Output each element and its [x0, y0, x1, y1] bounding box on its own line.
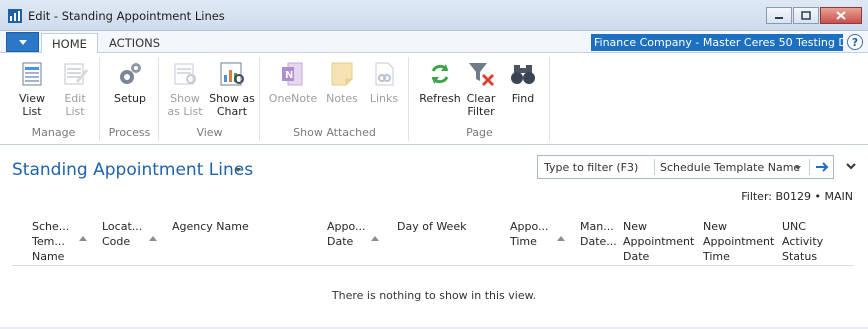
group-process: Setup Process: [101, 57, 159, 141]
show-as-chart-icon: [220, 62, 244, 86]
refresh-icon: [431, 64, 449, 84]
find-button[interactable]: Find: [504, 59, 542, 105]
column-header-manual-date[interactable]: Man... Date...: [580, 219, 620, 249]
group-manage: View List Edit List Manage: [8, 57, 100, 141]
filter-separator: [654, 159, 655, 175]
ribbon-tab-row: HOME ACTIONS Finance Company - Master Ce…: [0, 31, 868, 54]
group-show-attached: N OneNote Notes Links Show Attached: [261, 57, 409, 141]
show-as-list-label: Show as List: [167, 92, 203, 118]
sort-arrow-icon: [557, 236, 565, 241]
clear-filter-label: Clear Filter: [466, 92, 496, 118]
clear-filter-button[interactable]: Clear Filter: [462, 59, 500, 118]
minimize-icon: [775, 16, 783, 19]
svg-text:N: N: [285, 70, 293, 81]
setup-button[interactable]: Setup: [107, 59, 153, 105]
help-button[interactable]: ?: [847, 34, 863, 50]
chevron-down-icon[interactable]: [795, 166, 801, 170]
group-label-manage: Manage: [31, 126, 76, 139]
group-label-view: View: [196, 126, 223, 139]
show-as-chart-label: Show as Chart: [209, 92, 255, 118]
onenote-label: OneNote: [268, 92, 318, 105]
group-view: Show as List Show as Chart View: [160, 57, 260, 141]
column-header-day-of-week[interactable]: Day of Week: [397, 219, 497, 234]
filter-summary: Filter: B0129 • MAIN: [741, 190, 853, 203]
onenote-icon: N: [282, 62, 303, 86]
tab-home[interactable]: HOME: [41, 33, 98, 54]
filter-field-select[interactable]: Schedule Template Name: [660, 161, 800, 174]
filter-separator: [809, 159, 810, 175]
maximize-button[interactable]: [793, 7, 819, 24]
column-header-location-code[interactable]: Locat... Code: [102, 219, 146, 249]
refresh-button[interactable]: Refresh: [418, 59, 462, 105]
company-indicator[interactable]: Finance Company - Master Ceres 50 Testin…: [591, 34, 843, 51]
gear-icon: [120, 63, 141, 84]
column-header-new-appointment-date[interactable]: New Appointment Date: [623, 219, 699, 264]
sort-arrow-icon: [149, 236, 157, 241]
minimize-button[interactable]: [766, 7, 792, 24]
view-list-label: View List: [18, 92, 46, 118]
chevron-down-icon[interactable]: [235, 168, 241, 172]
page-title[interactable]: Standing Appointment Lines: [12, 160, 253, 180]
application-menu-button[interactable]: [6, 32, 39, 52]
view-list-icon: [22, 62, 42, 86]
window-title: Edit - Standing Appointment Lines: [28, 9, 225, 23]
title-bar: Edit - Standing Appointment Lines: [0, 0, 868, 31]
show-as-list-icon: [174, 63, 196, 85]
tab-actions[interactable]: ACTIONS: [99, 33, 170, 54]
column-header-unc-activity-status[interactable]: UNC Activity Status: [782, 219, 852, 264]
notes-icon: [331, 62, 353, 86]
group-label-process: Process: [108, 126, 151, 139]
sort-arrow-icon: [79, 236, 87, 241]
edit-list-label: Edit List: [64, 92, 86, 118]
column-header-new-appointment-time[interactable]: New Appointment Time: [703, 219, 779, 264]
close-button[interactable]: [820, 7, 862, 24]
filter-input[interactable]: Type to filter (F3): [544, 161, 638, 174]
column-header-appointment-date[interactable]: Appo... Date: [327, 219, 367, 249]
filter-bar: Type to filter (F3) Schedule Template Na…: [537, 155, 834, 179]
sort-arrow-icon: [371, 236, 379, 241]
close-icon: [836, 11, 846, 20]
find-label: Find: [511, 92, 535, 105]
edit-list-icon: [64, 63, 88, 85]
ribbon: View List Edit List Manage Setup Process…: [0, 53, 868, 145]
chevron-down-icon: [18, 39, 27, 45]
clear-filter-icon: [469, 63, 495, 87]
edit-list-button[interactable]: Edit List: [54, 59, 96, 118]
notes-label: Notes: [326, 92, 358, 105]
binoculars-icon: [511, 65, 535, 84]
collapse-chevron-icon[interactable]: [846, 162, 856, 170]
arrow-right-icon[interactable]: [814, 159, 830, 175]
group-label-show-attached: Show Attached: [293, 126, 376, 139]
column-header-appointment-time[interactable]: Appo... Time: [510, 219, 550, 249]
onenote-button[interactable]: N OneNote: [267, 59, 319, 105]
empty-message: There is nothing to show in this view.: [331, 289, 537, 302]
links-icon: [375, 62, 394, 86]
maximize-icon: [801, 11, 811, 20]
header-divider: [12, 265, 854, 266]
group-label-page: Page: [466, 126, 493, 139]
app-icon: [8, 9, 22, 23]
links-label: Links: [369, 92, 399, 105]
column-header-agency-name[interactable]: Agency Name: [172, 219, 292, 234]
view-list-button[interactable]: View List: [12, 59, 52, 118]
column-header-schedule-template-name[interactable]: Sche... Tem... Name: [32, 219, 78, 264]
refresh-label: Refresh: [419, 92, 461, 105]
show-as-chart-button[interactable]: Show as Chart: [208, 59, 256, 118]
setup-label: Setup: [113, 92, 147, 105]
show-as-list-button[interactable]: Show as List: [164, 59, 206, 118]
group-page: Refresh Clear Filter Find Page: [410, 57, 550, 141]
notes-button[interactable]: Notes: [323, 59, 361, 105]
links-button[interactable]: Links: [365, 59, 403, 105]
